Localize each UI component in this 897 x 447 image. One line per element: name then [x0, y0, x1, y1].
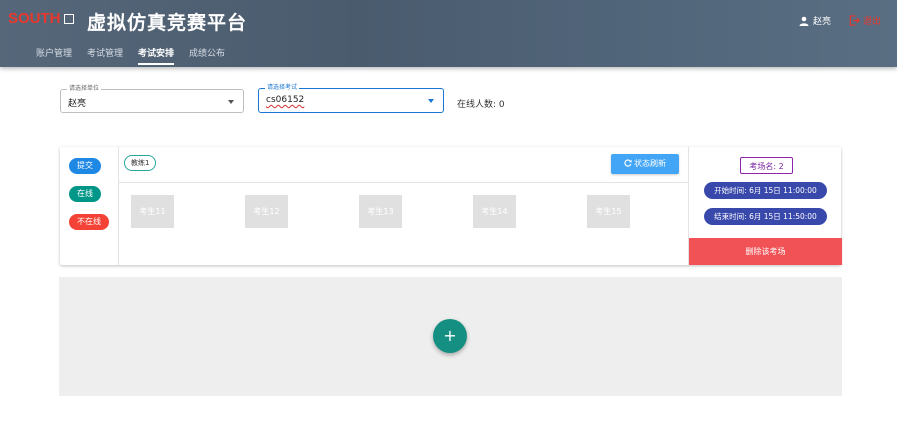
brand-logo: SOUTH	[8, 10, 74, 27]
coach-tag: 教练1	[124, 155, 157, 171]
nav-score-publish[interactable]: 成绩公布	[189, 46, 225, 65]
chevron-down-icon	[428, 99, 434, 103]
exam-select-value: cs06152	[266, 95, 305, 105]
main-nav: 账户管理 考试管理 考试安排 成绩公布	[36, 46, 240, 65]
user-icon	[799, 16, 809, 26]
chevron-down-icon	[228, 100, 234, 104]
nav-account-management[interactable]: 账户管理	[36, 46, 72, 65]
logout-icon[interactable]	[849, 15, 860, 26]
user-name[interactable]: 赵亮	[813, 14, 831, 27]
exam-room-card: 提交 在线 不在线 教练1 状态刷新 考生11 考生12 考生13 考生14 考…	[60, 147, 842, 265]
exam-select-legend: 请选择考试	[265, 84, 300, 92]
legend-online: 在线	[69, 186, 101, 202]
app-title: 虚拟仿真竞赛平台	[87, 12, 248, 34]
legend-offline: 不在线	[69, 214, 109, 230]
start-time-badge: 开始时间: 6月 15日 11:00:00	[704, 182, 827, 199]
nav-exam-arrangement[interactable]: 考试安排	[138, 46, 175, 65]
exam-room-main: 教练1 状态刷新 考生11 考生12 考生13 考生14 考生15	[118, 147, 688, 265]
nav-exam-management[interactable]: 考试管理	[87, 46, 123, 65]
legend-submitted: 提交	[69, 158, 101, 174]
refresh-icon	[624, 159, 632, 167]
exam-select[interactable]: 请选择考试 cs06152	[258, 84, 444, 113]
app-header: SOUTH 虚拟仿真竞赛平台 账户管理 考试管理 考试安排 成绩公布 赵亮 退出	[0, 0, 897, 67]
room-name-badge: 考场名: 2	[740, 157, 793, 174]
user-area: 赵亮 退出	[799, 14, 881, 27]
unit-select[interactable]: 请选择单位 赵亮	[60, 85, 244, 113]
student-tile[interactable]: 考生12	[245, 195, 288, 228]
student-tile[interactable]: 考生11	[131, 195, 174, 228]
add-room-panel: +	[59, 277, 842, 396]
exam-room-info: 考场名: 2 开始时间: 6月 15日 11:00:00 结束时间: 6月 15…	[688, 147, 842, 265]
student-tile[interactable]: 考生13	[359, 195, 402, 228]
refresh-status-button[interactable]: 状态刷新	[611, 154, 679, 174]
brand-text: SOUTH	[8, 10, 61, 27]
delete-room-button[interactable]: 删除该考场	[689, 238, 842, 265]
unit-select-legend: 请选择单位	[67, 85, 102, 93]
refresh-label: 状态刷新	[634, 159, 666, 168]
logout-link[interactable]: 退出	[863, 14, 881, 27]
end-time-badge: 结束时间: 6月 15日 11:50:00	[704, 208, 827, 225]
brand-mark-icon	[63, 13, 74, 24]
student-tile[interactable]: 考生14	[473, 195, 516, 228]
divider	[118, 182, 688, 183]
online-count: 在线人数: 0	[457, 100, 505, 110]
student-tile[interactable]: 考生15	[587, 195, 630, 228]
add-room-button[interactable]: +	[433, 319, 467, 353]
status-legend: 提交 在线 不在线	[60, 147, 119, 265]
unit-select-value: 赵亮	[68, 99, 87, 109]
